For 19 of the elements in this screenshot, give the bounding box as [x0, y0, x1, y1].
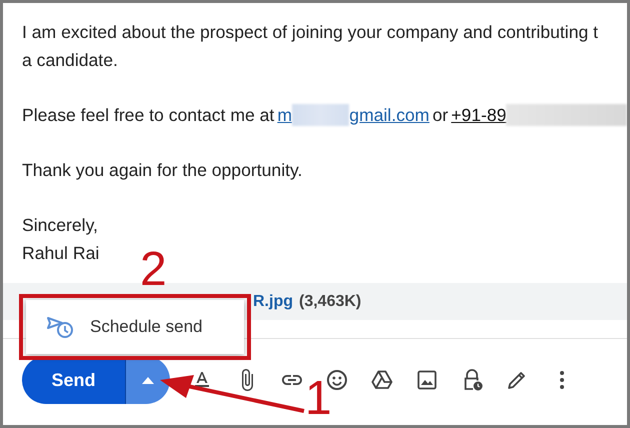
caret-icon: [142, 376, 154, 384]
phone-link[interactable]: +91-89: [451, 104, 506, 126]
send-clock-icon: [46, 314, 74, 340]
body-text-line: Rahul Rai: [22, 242, 100, 265]
body-text-line: Sincerely,: [22, 214, 98, 237]
attachment-size: (3,463K): [299, 292, 362, 310]
body-text-line: Thank you again for the opportunity.: [22, 159, 302, 182]
body-text-line: a candidate.: [22, 49, 118, 72]
step-number: 1: [305, 375, 332, 423]
attachment-name: R.jpg: [253, 292, 293, 310]
body-text: or: [432, 104, 448, 126]
triangle-icon[interactable]: [370, 368, 394, 392]
body-text-line: I am excited about the prospect of joining your company and contributing t: [22, 21, 598, 44]
email-link[interactable]: m: [277, 104, 292, 126]
body-text-line: Please feel free to contact me at: [22, 104, 274, 126]
menu-item-label: Schedule send: [90, 317, 202, 337]
redaction-blur: [292, 104, 350, 126]
image-icon[interactable]: [415, 368, 439, 392]
email-link[interactable]: gmail.com: [349, 104, 430, 126]
